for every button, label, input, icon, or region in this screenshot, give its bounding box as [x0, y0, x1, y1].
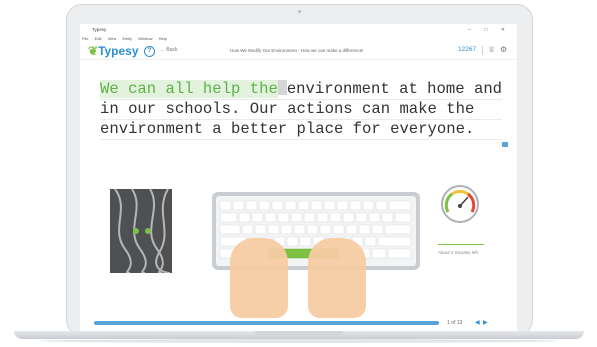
app-screen: Typesy – □ ✕ File Edit View Emily Window… — [80, 24, 517, 331]
remaining-text: environment at home and — [286, 80, 503, 98]
time-remaining-bar — [438, 244, 484, 245]
leaf-icon: ❦ — [88, 44, 99, 58]
left-hand-guide — [230, 238, 288, 318]
right-hand-guide — [308, 238, 366, 318]
page-indicator: 1 of 13 — [447, 320, 463, 326]
prev-arrow-icon[interactable]: ◀ — [475, 319, 480, 326]
chat-icon[interactable] — [502, 142, 508, 147]
next-arrow-icon[interactable]: ▶ — [483, 319, 488, 326]
typing-line-3: environment a better place for everyone. — [100, 120, 503, 140]
speed-gauge-icon — [440, 184, 480, 224]
time-remaining-label: About 2 minutes left — [438, 250, 478, 255]
window-controls[interactable]: – □ ✕ — [468, 27, 511, 33]
typing-text-area[interactable]: We can all help the environment at home a… — [100, 80, 503, 140]
laptop-shadow — [40, 339, 558, 343]
window-title: Typesy — [92, 27, 107, 32]
back-button[interactable]: ← Back — [160, 47, 178, 53]
trophy-icon[interactable]: ♕ — [488, 45, 495, 54]
text-cursor — [277, 80, 287, 95]
score-counter: 12267 — [458, 46, 477, 53]
settings-gear-icon[interactable]: ⚙ — [500, 45, 507, 54]
typesy-logo: ❦Typesy — [88, 44, 139, 58]
laptop-notch — [255, 331, 343, 335]
header-divider — [482, 46, 483, 55]
typing-line-1: We can all help the environment at home a… — [100, 80, 503, 100]
webcam — [298, 10, 301, 13]
lesson-image — [110, 189, 172, 273]
lesson-title: How We Modify Our Environment - How we c… — [230, 48, 364, 53]
typed-text: We can all help the — [100, 80, 278, 98]
lesson-progress-bar — [94, 321, 439, 325]
help-circle-icon[interactable]: ? — [144, 46, 155, 57]
typing-line-2: in our schools. Our actions can make the — [100, 100, 503, 120]
